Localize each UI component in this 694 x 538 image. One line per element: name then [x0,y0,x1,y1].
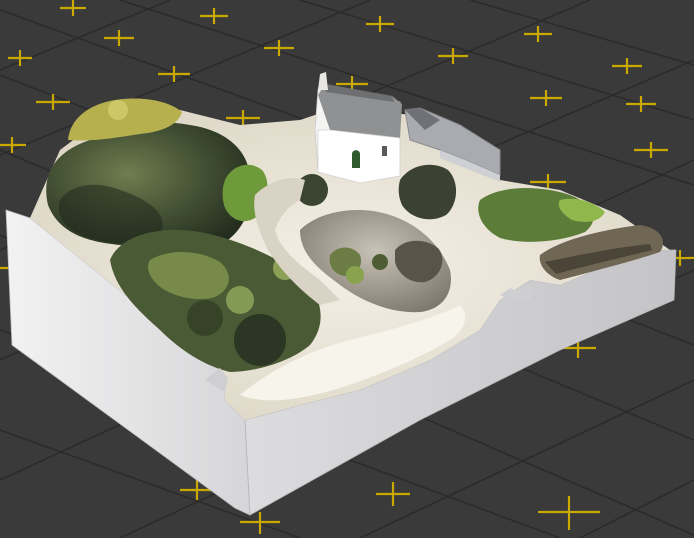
3d-viewport[interactable] [0,0,694,538]
shrub-dark-a [234,314,286,366]
dark-rock-right [398,164,457,220]
shrub-light-a [226,286,254,314]
bush-small-b [372,254,388,270]
yellow-bush-highlight [108,100,128,120]
chapel-window [382,146,387,156]
scene-canvas[interactable] [0,0,694,538]
chapel-door [352,150,360,168]
shrub-dark-b [187,300,223,336]
bush-small-a [346,266,364,284]
